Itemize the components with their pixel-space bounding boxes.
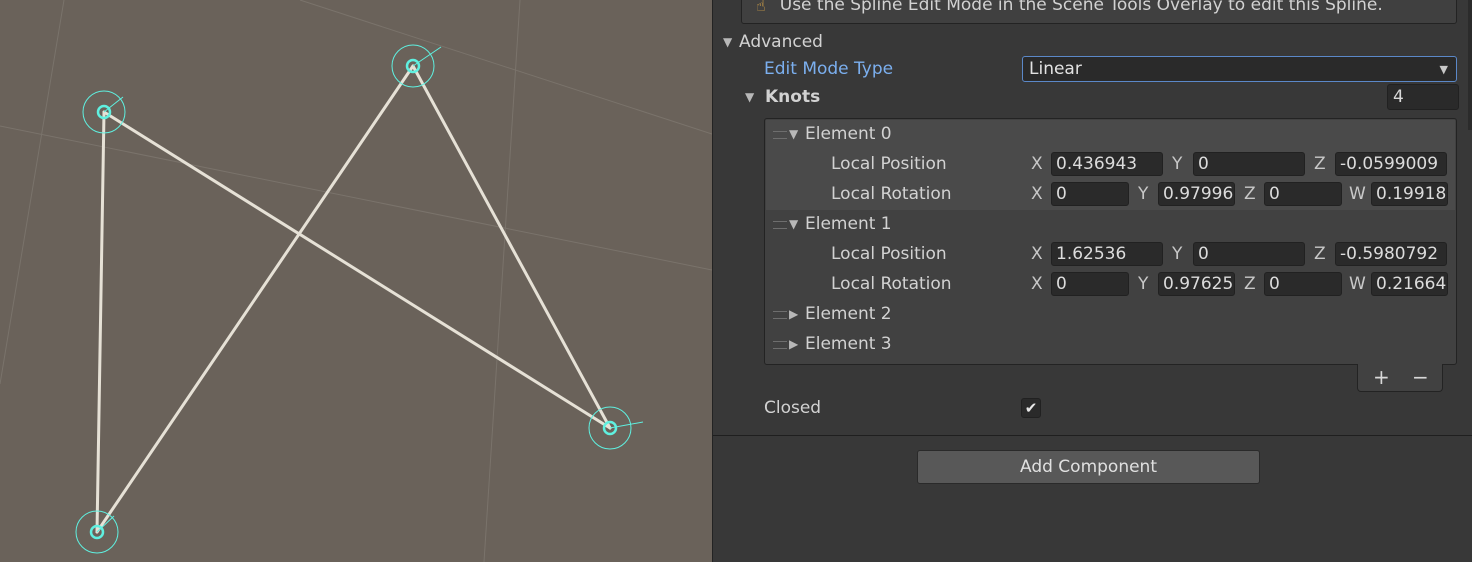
element-3-foldout[interactable]: ▶ Element 3 [789, 334, 892, 354]
element-0-pos-z[interactable]: -0.0599009 [1335, 152, 1447, 176]
help-box: ☝ Use the Spline Edit Mode in the Scene … [741, 0, 1457, 24]
element-1-rot-z[interactable]: 0 [1264, 272, 1342, 296]
element-1-rot-w[interactable]: 0.21664 [1371, 272, 1448, 296]
axis-z-label: Z [1314, 154, 1326, 174]
axis-w-label: W [1349, 184, 1366, 204]
axis-z-label: Z [1314, 244, 1326, 264]
advanced-foldout[interactable]: ▼ Advanced [723, 32, 823, 52]
remove-element-button[interactable]: − [1412, 364, 1429, 390]
element-0-pos-y[interactable]: 0 [1193, 152, 1305, 176]
drag-handle-icon[interactable] [773, 131, 787, 139]
element-0-rot-x[interactable]: 0 [1051, 182, 1129, 206]
scrollbar[interactable] [1468, 0, 1472, 130]
element-1-label: Element 1 [805, 214, 892, 234]
fold-open-icon: ▼ [745, 90, 755, 104]
knots-count-field[interactable]: 4 [1387, 84, 1459, 110]
element-1-pos-x[interactable]: 1.62536 [1051, 242, 1163, 266]
fold-closed-icon: ▶ [789, 337, 799, 351]
fold-open-icon: ▼ [789, 217, 799, 231]
axis-z-label: Z [1244, 184, 1256, 204]
axis-x-label: X [1031, 154, 1043, 174]
axis-y-label: Y [1138, 274, 1149, 294]
knots-label: Knots [765, 87, 821, 107]
closed-label: Closed [764, 398, 822, 418]
axis-y-label: Y [1172, 154, 1183, 174]
fold-open-icon: ▼ [723, 35, 733, 49]
element-0-label: Element 0 [805, 124, 892, 144]
axis-y-label: Y [1172, 244, 1183, 264]
scene-canvas[interactable] [0, 0, 712, 562]
divider [713, 435, 1472, 436]
element-1-pos-z[interactable]: -0.5980792 [1335, 242, 1447, 266]
drag-handle-icon[interactable] [773, 311, 787, 319]
edit-mode-dropdown[interactable]: Linear ▼ [1022, 56, 1457, 82]
axis-y-label: Y [1138, 184, 1149, 204]
add-component-button[interactable]: Add Component [917, 450, 1260, 484]
element-1-rot-y[interactable]: 0.97625 [1158, 272, 1235, 296]
advanced-label: Advanced [739, 32, 823, 52]
fold-open-icon: ▼ [789, 127, 799, 141]
axis-z-label: Z [1244, 274, 1256, 294]
axis-x-label: X [1031, 184, 1043, 204]
knot-list: ▼ Element 0 Local Position X 0.436943 Y … [764, 118, 1457, 365]
element-0-rot-z[interactable]: 0 [1264, 182, 1342, 206]
element-0-foldout[interactable]: ▼ Element 0 [789, 124, 892, 144]
element-1-pos-y[interactable]: 0 [1193, 242, 1305, 266]
local-rotation-label: Local Rotation [831, 184, 952, 204]
chevron-down-icon: ▼ [1439, 63, 1448, 76]
scene-background [0, 0, 712, 562]
element-2-foldout[interactable]: ▶ Element 2 [789, 304, 892, 324]
element-0-pos-x[interactable]: 0.436943 [1051, 152, 1163, 176]
element-1-rot-x[interactable]: 0 [1051, 272, 1129, 296]
inspector-panel: ☝ Use the Spline Edit Mode in the Scene … [712, 0, 1472, 562]
element-3-label: Element 3 [805, 334, 892, 354]
axis-x-label: X [1031, 274, 1043, 294]
help-text: Use the Spline Edit Mode in the Scene To… [779, 0, 1383, 15]
info-icon: ☝ [756, 0, 766, 15]
element-1-foldout[interactable]: ▼ Element 1 [789, 214, 892, 234]
edit-mode-value: Linear [1029, 59, 1082, 79]
add-element-button[interactable]: + [1373, 364, 1390, 390]
closed-checkbox[interactable]: ✔ [1021, 398, 1041, 418]
axis-x-label: X [1031, 244, 1043, 264]
fold-closed-icon: ▶ [789, 307, 799, 321]
list-add-remove: + − [1357, 364, 1443, 392]
edit-mode-label: Edit Mode Type [764, 59, 894, 79]
element-0-rot-y[interactable]: 0.97996 [1158, 182, 1235, 206]
local-position-label: Local Position [831, 244, 947, 264]
element-0-rot-w[interactable]: 0.19918 [1371, 182, 1448, 206]
drag-handle-icon[interactable] [773, 221, 787, 229]
scene-view[interactable] [0, 0, 712, 562]
knots-foldout[interactable]: ▼ Knots [745, 87, 820, 107]
axis-w-label: W [1349, 274, 1366, 294]
local-rotation-label: Local Rotation [831, 274, 952, 294]
element-2-label: Element 2 [805, 304, 892, 324]
local-position-label: Local Position [831, 154, 947, 174]
drag-handle-icon[interactable] [773, 341, 787, 349]
